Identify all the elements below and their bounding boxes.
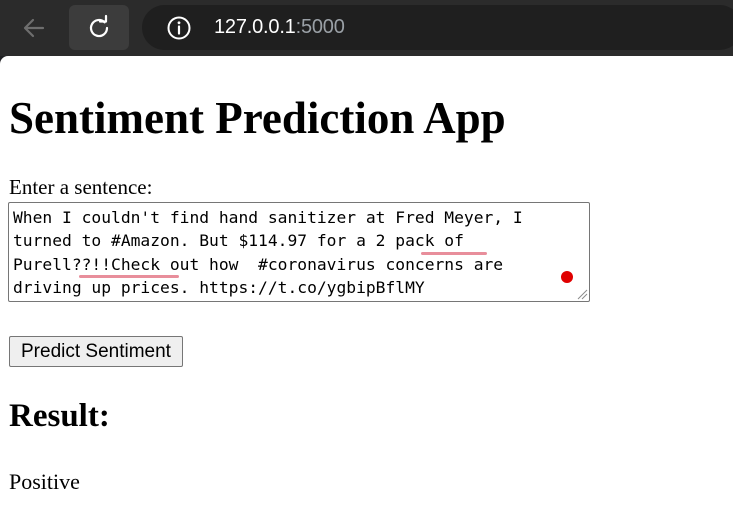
url-host: 127.0.0.1 — [214, 16, 296, 38]
resize-handle-icon[interactable] — [576, 288, 588, 300]
spellcheck-underline — [79, 275, 179, 278]
textarea-line: turned to #Amazon. But $114.97 for a 2 p… — [13, 231, 464, 251]
url-text[interactable]: 127.0.0.1:5000 — [214, 16, 345, 39]
url-port: :5000 — [295, 16, 345, 38]
back-button[interactable] — [4, 5, 64, 50]
reload-button[interactable] — [69, 5, 129, 50]
textarea-line: Purell??!!Check out how #coronavirus con… — [13, 254, 504, 274]
cursor-dot — [561, 271, 573, 283]
reload-icon — [89, 14, 109, 37]
spellcheck-underline — [421, 252, 487, 255]
result-value: Positive — [9, 469, 80, 494]
page-title: Sentiment Prediction App — [9, 93, 506, 143]
info-icon[interactable] — [166, 15, 192, 41]
predict-sentiment-button[interactable]: Predict Sentiment — [9, 336, 183, 367]
page-content: Sentiment Prediction App Enter a sentenc… — [0, 56, 733, 511]
address-bar[interactable]: 127.0.0.1:5000 — [142, 5, 733, 50]
sentence-textarea[interactable]: When I couldn't find hand sanitizer at F… — [8, 202, 590, 302]
result-heading: Result: — [9, 398, 110, 434]
textarea-content[interactable]: When I couldn't find hand sanitizer at F… — [13, 206, 587, 299]
input-label: Enter a sentence: — [9, 175, 153, 199]
textarea-line: driving up prices. https://t.co/ygbipBfl… — [13, 277, 425, 297]
textarea-line: When I couldn't find hand sanitizer at F… — [13, 208, 523, 227]
browser-toolbar: 127.0.0.1:5000 — [0, 0, 733, 56]
back-arrow-icon — [23, 18, 45, 37]
